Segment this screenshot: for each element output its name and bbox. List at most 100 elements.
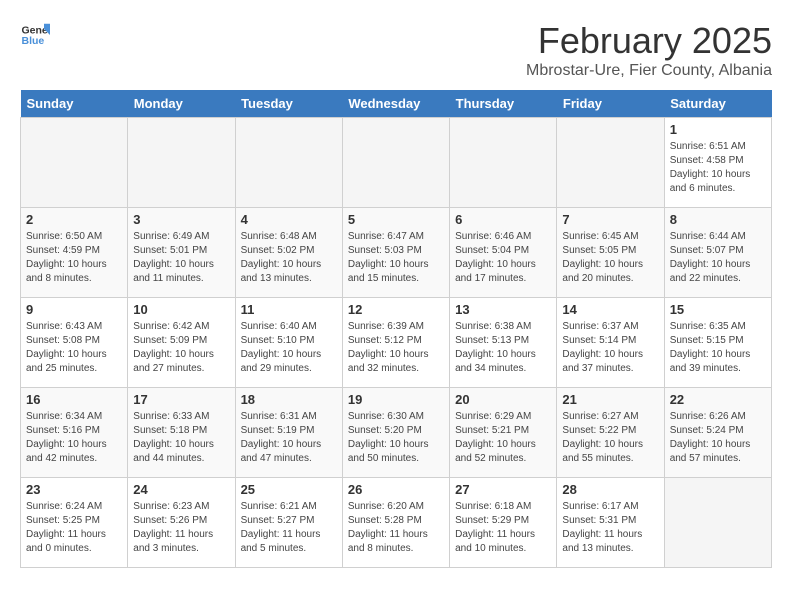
calendar-cell: 11 Sunrise: 6:40 AM Sunset: 5:10 PM Dayli…: [235, 298, 342, 388]
day-number: 20: [455, 392, 551, 407]
day-info: Sunrise: 6:39 AM Sunset: 5:12 PM Dayligh…: [348, 320, 444, 376]
day-number: 14: [562, 302, 658, 317]
day-info: Sunrise: 6:18 AM Sunset: 5:29 PM Dayligh…: [455, 500, 551, 556]
header-row: SundayMondayTuesdayWednesdayThursdayFrid…: [21, 90, 772, 118]
day-number: 26: [348, 482, 444, 497]
calendar-cell: 25 Sunrise: 6:21 AM Sunset: 5:27 PM Dayli…: [235, 478, 342, 568]
day-number: 13: [455, 302, 551, 317]
calendar-week-4: 16 Sunrise: 6:34 AM Sunset: 5:16 PM Dayli…: [21, 388, 772, 478]
day-info: Sunrise: 6:21 AM Sunset: 5:27 PM Dayligh…: [241, 500, 337, 556]
calendar-cell: 28 Sunrise: 6:17 AM Sunset: 5:31 PM Dayli…: [557, 478, 664, 568]
day-number: 3: [133, 212, 229, 227]
col-header-monday: Monday: [128, 90, 235, 118]
col-header-wednesday: Wednesday: [342, 90, 449, 118]
col-header-sunday: Sunday: [21, 90, 128, 118]
day-info: Sunrise: 6:48 AM Sunset: 5:02 PM Dayligh…: [241, 230, 337, 286]
day-number: 10: [133, 302, 229, 317]
calendar-cell: [128, 118, 235, 208]
day-number: 8: [670, 212, 766, 227]
day-info: Sunrise: 6:42 AM Sunset: 5:09 PM Dayligh…: [133, 320, 229, 376]
day-number: 19: [348, 392, 444, 407]
calendar-cell: 1 Sunrise: 6:51 AM Sunset: 4:58 PM Daylig…: [664, 118, 771, 208]
calendar-cell: 3Sunrise: 6:49 AM Sunset: 5:01 PM Daylig…: [128, 208, 235, 298]
day-info: Sunrise: 6:17 AM Sunset: 5:31 PM Dayligh…: [562, 500, 658, 556]
day-info: Sunrise: 6:35 AM Sunset: 5:15 PM Dayligh…: [670, 320, 766, 376]
day-number: 27: [455, 482, 551, 497]
day-info: Sunrise: 6:38 AM Sunset: 5:13 PM Dayligh…: [455, 320, 551, 376]
calendar-cell: 8 Sunrise: 6:44 AM Sunset: 5:07 PM Daylig…: [664, 208, 771, 298]
day-info: Sunrise: 6:47 AM Sunset: 5:03 PM Dayligh…: [348, 230, 444, 286]
title-section: February 2025 Mbrostar-Ure, Fier County,…: [526, 20, 772, 80]
day-info: Sunrise: 6:31 AM Sunset: 5:19 PM Dayligh…: [241, 410, 337, 466]
calendar-cell: 14 Sunrise: 6:37 AM Sunset: 5:14 PM Dayli…: [557, 298, 664, 388]
calendar-cell: 26 Sunrise: 6:20 AM Sunset: 5:28 PM Dayli…: [342, 478, 449, 568]
calendar-cell: [235, 118, 342, 208]
day-info: Sunrise: 6:30 AM Sunset: 5:20 PM Dayligh…: [348, 410, 444, 466]
day-info: Sunrise: 6:20 AM Sunset: 5:28 PM Dayligh…: [348, 500, 444, 556]
day-info: Sunrise: 6:26 AM Sunset: 5:24 PM Dayligh…: [670, 410, 766, 466]
day-number: 21: [562, 392, 658, 407]
calendar-cell: 21 Sunrise: 6:27 AM Sunset: 5:22 PM Dayli…: [557, 388, 664, 478]
calendar-cell: 19 Sunrise: 6:30 AM Sunset: 5:20 PM Dayli…: [342, 388, 449, 478]
day-info: Sunrise: 6:27 AM Sunset: 5:22 PM Dayligh…: [562, 410, 658, 466]
day-info: Sunrise: 6:24 AM Sunset: 5:25 PM Dayligh…: [26, 500, 122, 556]
calendar-cell: [342, 118, 449, 208]
day-info: Sunrise: 6:40 AM Sunset: 5:10 PM Dayligh…: [241, 320, 337, 376]
col-header-saturday: Saturday: [664, 90, 771, 118]
day-number: 23: [26, 482, 122, 497]
day-number: 17: [133, 392, 229, 407]
calendar-cell: [450, 118, 557, 208]
calendar-cell: 20 Sunrise: 6:29 AM Sunset: 5:21 PM Dayli…: [450, 388, 557, 478]
day-number: 28: [562, 482, 658, 497]
day-number: 9: [26, 302, 122, 317]
day-number: 1: [670, 122, 766, 137]
day-number: 18: [241, 392, 337, 407]
day-info: Sunrise: 6:50 AM Sunset: 4:59 PM Dayligh…: [26, 230, 122, 286]
calendar-cell: [664, 478, 771, 568]
col-header-tuesday: Tuesday: [235, 90, 342, 118]
svg-text:Blue: Blue: [22, 35, 45, 47]
day-info: Sunrise: 6:37 AM Sunset: 5:14 PM Dayligh…: [562, 320, 658, 376]
day-number: 5: [348, 212, 444, 227]
day-number: 15: [670, 302, 766, 317]
calendar-cell: 22Sunrise: 6:26 AM Sunset: 5:24 PM Dayli…: [664, 388, 771, 478]
calendar-cell: 27 Sunrise: 6:18 AM Sunset: 5:29 PM Dayli…: [450, 478, 557, 568]
day-info: Sunrise: 6:51 AM Sunset: 4:58 PM Dayligh…: [670, 140, 766, 196]
calendar-cell: [21, 118, 128, 208]
calendar-cell: 18 Sunrise: 6:31 AM Sunset: 5:19 PM Dayli…: [235, 388, 342, 478]
calendar-cell: 12 Sunrise: 6:39 AM Sunset: 5:12 PM Dayli…: [342, 298, 449, 388]
day-info: Sunrise: 6:44 AM Sunset: 5:07 PM Dayligh…: [670, 230, 766, 286]
month-title: February 2025: [526, 20, 772, 62]
calendar-cell: 23 Sunrise: 6:24 AM Sunset: 5:25 PM Dayli…: [21, 478, 128, 568]
logo: General Blue: [20, 20, 50, 50]
calendar-cell: 24 Sunrise: 6:23 AM Sunset: 5:26 PM Dayli…: [128, 478, 235, 568]
calendar-cell: 10 Sunrise: 6:42 AM Sunset: 5:09 PM Dayli…: [128, 298, 235, 388]
calendar-cell: 6 Sunrise: 6:46 AM Sunset: 5:04 PM Daylig…: [450, 208, 557, 298]
day-info: Sunrise: 6:46 AM Sunset: 5:04 PM Dayligh…: [455, 230, 551, 286]
day-number: 12: [348, 302, 444, 317]
calendar-cell: 2Sunrise: 6:50 AM Sunset: 4:59 PM Daylig…: [21, 208, 128, 298]
calendar-cell: 15 Sunrise: 6:35 AM Sunset: 5:15 PM Dayli…: [664, 298, 771, 388]
location-title: Mbrostar-Ure, Fier County, Albania: [526, 62, 772, 80]
day-number: 24: [133, 482, 229, 497]
day-info: Sunrise: 6:43 AM Sunset: 5:08 PM Dayligh…: [26, 320, 122, 376]
calendar-cell: 5 Sunrise: 6:47 AM Sunset: 5:03 PM Daylig…: [342, 208, 449, 298]
calendar-table: SundayMondayTuesdayWednesdayThursdayFrid…: [20, 90, 772, 568]
day-info: Sunrise: 6:34 AM Sunset: 5:16 PM Dayligh…: [26, 410, 122, 466]
day-info: Sunrise: 6:33 AM Sunset: 5:18 PM Dayligh…: [133, 410, 229, 466]
day-info: Sunrise: 6:29 AM Sunset: 5:21 PM Dayligh…: [455, 410, 551, 466]
calendar-cell: 4 Sunrise: 6:48 AM Sunset: 5:02 PM Daylig…: [235, 208, 342, 298]
calendar-week-3: 9 Sunrise: 6:43 AM Sunset: 5:08 PM Daylig…: [21, 298, 772, 388]
col-header-friday: Friday: [557, 90, 664, 118]
calendar-cell: [557, 118, 664, 208]
day-number: 6: [455, 212, 551, 227]
day-info: Sunrise: 6:23 AM Sunset: 5:26 PM Dayligh…: [133, 500, 229, 556]
day-number: 4: [241, 212, 337, 227]
day-number: 11: [241, 302, 337, 317]
day-info: Sunrise: 6:45 AM Sunset: 5:05 PM Dayligh…: [562, 230, 658, 286]
header: General Blue February 2025 Mbrostar-Ure,…: [20, 20, 772, 80]
day-number: 16: [26, 392, 122, 407]
calendar-cell: 7Sunrise: 6:45 AM Sunset: 5:05 PM Daylig…: [557, 208, 664, 298]
calendar-week-5: 23 Sunrise: 6:24 AM Sunset: 5:25 PM Dayli…: [21, 478, 772, 568]
day-number: 25: [241, 482, 337, 497]
